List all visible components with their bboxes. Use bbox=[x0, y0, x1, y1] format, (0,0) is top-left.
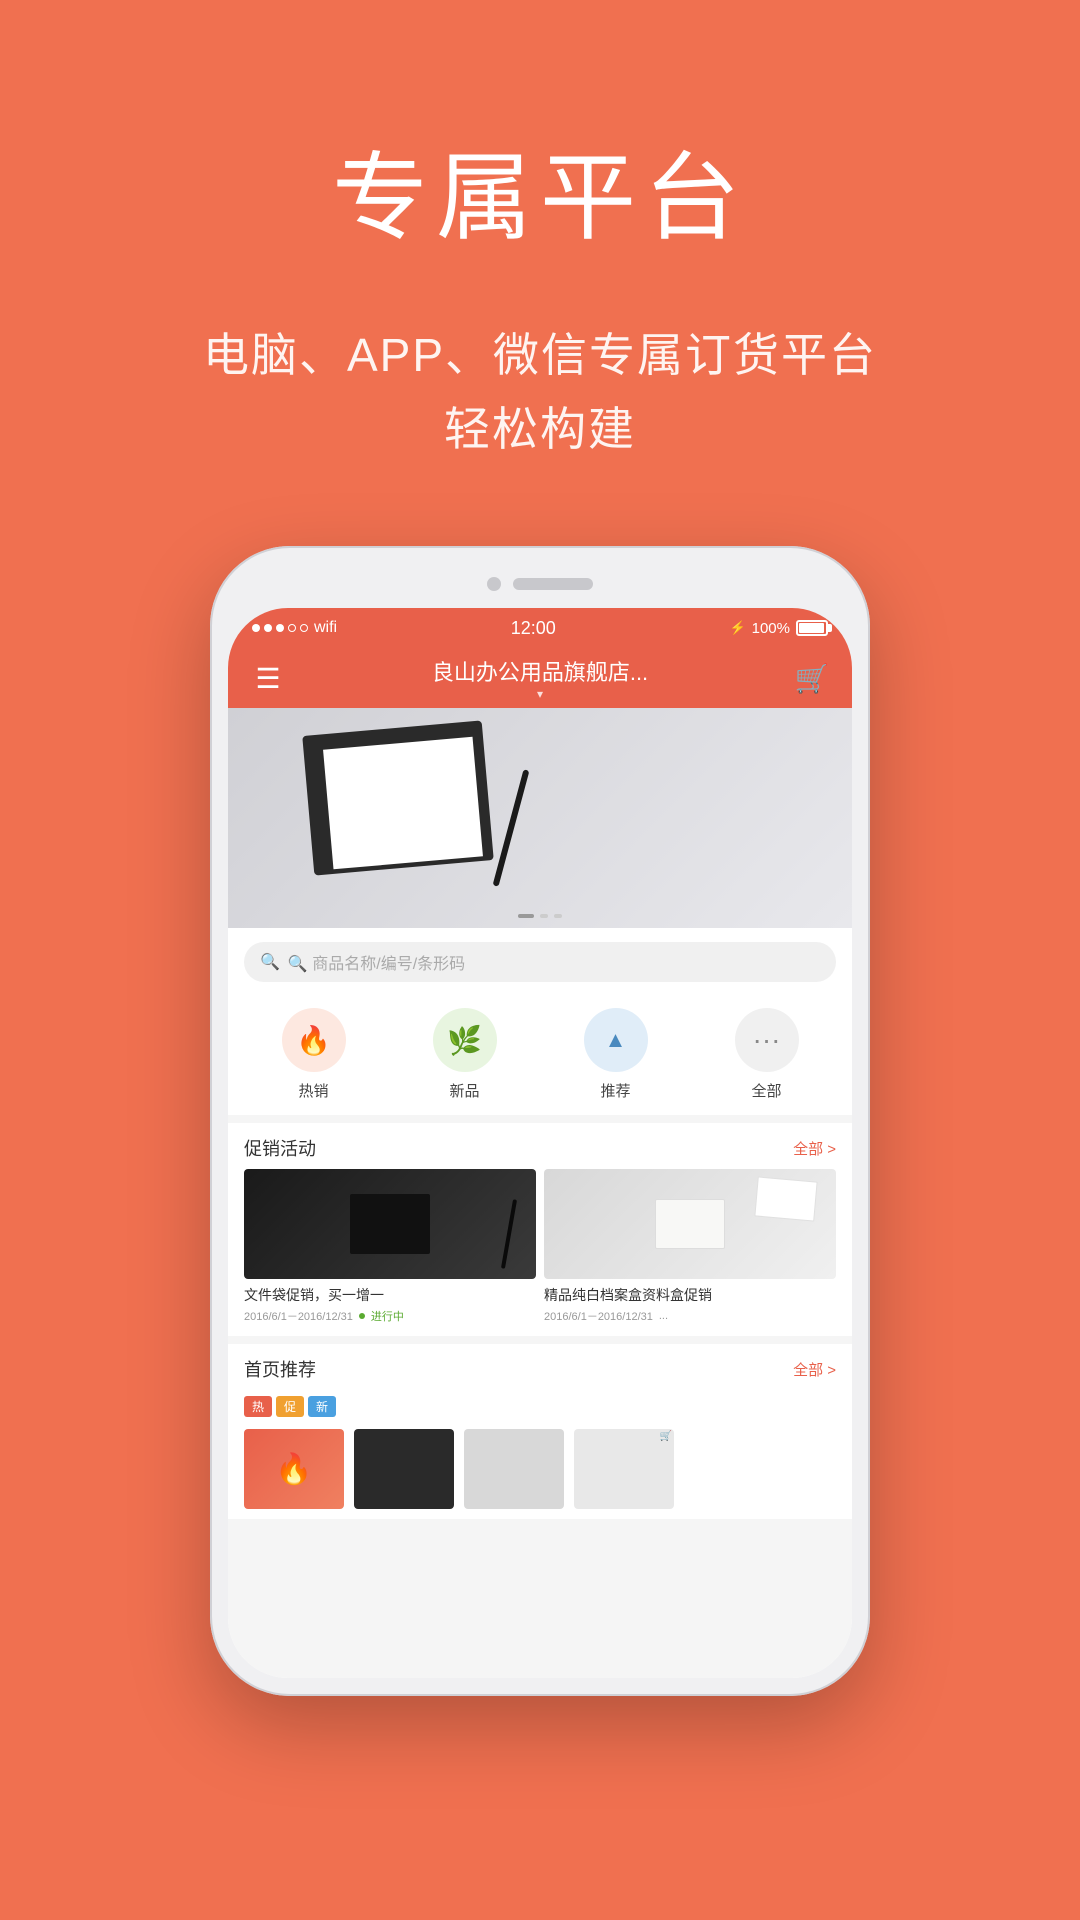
promotions-more-button[interactable]: 全部 > bbox=[793, 1138, 836, 1159]
banner-dot-1 bbox=[518, 914, 534, 918]
phone-screen: wifi 12:00 ⚡ 100% ☰ 良山办公用品旗舰店... bbox=[228, 608, 852, 1678]
phone-mockup: wifi 12:00 ⚡ 100% ☰ 良山办公用品旗舰店... bbox=[0, 546, 1080, 1696]
battery-icon bbox=[796, 620, 828, 636]
recommendations-more-button[interactable]: 全部 > bbox=[793, 1359, 836, 1380]
category-new-label: 新品 bbox=[449, 1080, 479, 1101]
promotions-grid: 文件袋促销，买一增一 2016/6/1－2016/12/31 进行中 bbox=[228, 1169, 852, 1336]
signal-dot-5 bbox=[300, 624, 308, 632]
promo-status-1: 进行中 bbox=[371, 1308, 404, 1324]
product-pen bbox=[493, 769, 530, 886]
status-left: wifi bbox=[252, 619, 337, 637]
status-dot-1 bbox=[359, 1313, 365, 1319]
signal-dot-1 bbox=[252, 624, 260, 632]
prod-light-box bbox=[655, 1199, 725, 1249]
promo-date-1: 2016/6/1－2016/12/31 bbox=[244, 1308, 353, 1324]
promo-card-1[interactable]: 文件袋促销，买一增一 2016/6/1－2016/12/31 进行中 bbox=[244, 1169, 536, 1324]
search-placeholder: 🔍 商品名称/编号/条形码 bbox=[288, 950, 465, 974]
menu-button[interactable]: ☰ bbox=[248, 658, 288, 698]
category-hot-label: 热销 bbox=[298, 1080, 328, 1101]
phone-top-notch bbox=[228, 564, 852, 604]
wifi-icon: wifi bbox=[314, 619, 337, 637]
product-thumb-2[interactable] bbox=[354, 1429, 454, 1509]
signal-dot-3 bbox=[276, 624, 284, 632]
signal-dot-2 bbox=[264, 624, 272, 632]
product-tags: 热 促 新 bbox=[228, 1390, 852, 1423]
search-icon: 🔍 bbox=[260, 952, 280, 972]
recommendations-header: 首页推荐 全部 > bbox=[228, 1344, 852, 1390]
product-clipboard-paper bbox=[323, 737, 483, 870]
promo-image-2 bbox=[544, 1169, 836, 1279]
product-thumb-4[interactable]: 🛒 bbox=[574, 1429, 674, 1509]
promotions-header: 促销活动 全部 > bbox=[228, 1123, 852, 1169]
product-thumb-3[interactable] bbox=[464, 1429, 564, 1509]
category-hot[interactable]: 🔥 热销 bbox=[282, 1008, 346, 1101]
category-recommend-icon: ▲ bbox=[584, 1008, 648, 1072]
battery-fill bbox=[799, 623, 824, 633]
screen-content: 🔍 🔍 商品名称/编号/条形码 🔥 热销 🌿 新品 ▲ bbox=[228, 708, 852, 1678]
prod-dark-pen bbox=[501, 1199, 517, 1269]
category-recommend[interactable]: ▲ 推荐 bbox=[584, 1008, 648, 1101]
signal-dot-4 bbox=[288, 624, 296, 632]
cart-button[interactable]: 🛒 bbox=[792, 658, 832, 698]
promo-card-2[interactable]: 精品纯白档案盒资料盒促销 2016/6/1－2016/12/31 ... bbox=[544, 1169, 836, 1324]
bluetooth-icon: ⚡ bbox=[729, 620, 745, 636]
status-bar: wifi 12:00 ⚡ 100% bbox=[228, 608, 852, 648]
product-thumb-1[interactable]: 🔥 bbox=[244, 1429, 344, 1509]
hero-title: 专属平台 bbox=[0, 120, 1080, 259]
phone-frame: wifi 12:00 ⚡ 100% ☰ 良山办公用品旗舰店... bbox=[210, 546, 870, 1696]
product-thumbnails: 🔥 🛒 bbox=[228, 1423, 852, 1519]
battery-percentage: 100% bbox=[752, 620, 790, 637]
search-bar[interactable]: 🔍 🔍 商品名称/编号/条形码 bbox=[244, 942, 836, 982]
category-new[interactable]: 🌿 新品 bbox=[433, 1008, 497, 1101]
recommendations-section: 首页推荐 全部 > 热 促 新 🔥 🛒 bbox=[228, 1344, 852, 1519]
store-name: 良山办公用品旗舰店... bbox=[432, 660, 648, 685]
banner-dot-3 bbox=[554, 914, 562, 918]
banner-dot-2 bbox=[540, 914, 548, 918]
promo-date-2: 2016/6/1－2016/12/31 bbox=[544, 1308, 653, 1324]
nav-dropdown-arrow: ▾ bbox=[288, 687, 792, 701]
promo-image-1 bbox=[244, 1169, 536, 1279]
promo-date-row-2: 2016/6/1－2016/12/31 ... bbox=[544, 1308, 836, 1324]
banner-dots bbox=[518, 914, 562, 918]
category-all-label: 全部 bbox=[751, 1080, 781, 1101]
category-hot-icon: 🔥 bbox=[282, 1008, 346, 1072]
signal-indicator bbox=[252, 624, 308, 632]
category-section: 🔥 热销 🌿 新品 ▲ 推荐 ··· 全部 bbox=[228, 998, 852, 1115]
banner-product-display bbox=[228, 708, 852, 928]
phone-speaker bbox=[513, 578, 593, 590]
promotions-title: 促销活动 bbox=[244, 1135, 316, 1161]
cart-icon: 🛒 bbox=[795, 662, 830, 695]
category-recommend-label: 推荐 bbox=[600, 1080, 630, 1101]
category-new-icon: 🌿 bbox=[433, 1008, 497, 1072]
category-all-icon: ··· bbox=[735, 1008, 799, 1072]
store-name-container: 良山办公用品旗舰店... ▾ bbox=[288, 655, 792, 701]
tag-promo: 促 bbox=[276, 1396, 304, 1417]
promo-name-1: 文件袋促销，买一增一 bbox=[244, 1285, 536, 1305]
hero-section: 专属平台 电脑、APP、微信专属订货平台 轻松构建 bbox=[0, 0, 1080, 526]
promo-date-row-1: 2016/6/1－2016/12/31 进行中 bbox=[244, 1308, 536, 1324]
hero-subtitle: 电脑、APP、微信专属订货平台 轻松构建 bbox=[0, 319, 1080, 466]
tag-hot: 热 bbox=[244, 1396, 272, 1417]
phone-camera bbox=[487, 577, 501, 591]
prod-light-paper bbox=[754, 1177, 817, 1222]
recommendations-title: 首页推荐 bbox=[244, 1356, 316, 1382]
menu-icon: ☰ bbox=[255, 662, 280, 695]
product-banner[interactable] bbox=[228, 708, 852, 928]
promo-status-2: ... bbox=[659, 1310, 668, 1322]
status-right: ⚡ 100% bbox=[729, 620, 828, 637]
search-container: 🔍 🔍 商品名称/编号/条形码 bbox=[228, 928, 852, 998]
status-time: 12:00 bbox=[511, 618, 556, 639]
nav-bar: ☰ 良山办公用品旗舰店... ▾ 🛒 bbox=[228, 648, 852, 708]
category-all[interactable]: ··· 全部 bbox=[735, 1008, 799, 1101]
tag-new: 新 bbox=[308, 1396, 336, 1417]
prod-dark-rect bbox=[350, 1194, 430, 1254]
promo-name-2: 精品纯白档案盒资料盒促销 bbox=[544, 1285, 836, 1305]
